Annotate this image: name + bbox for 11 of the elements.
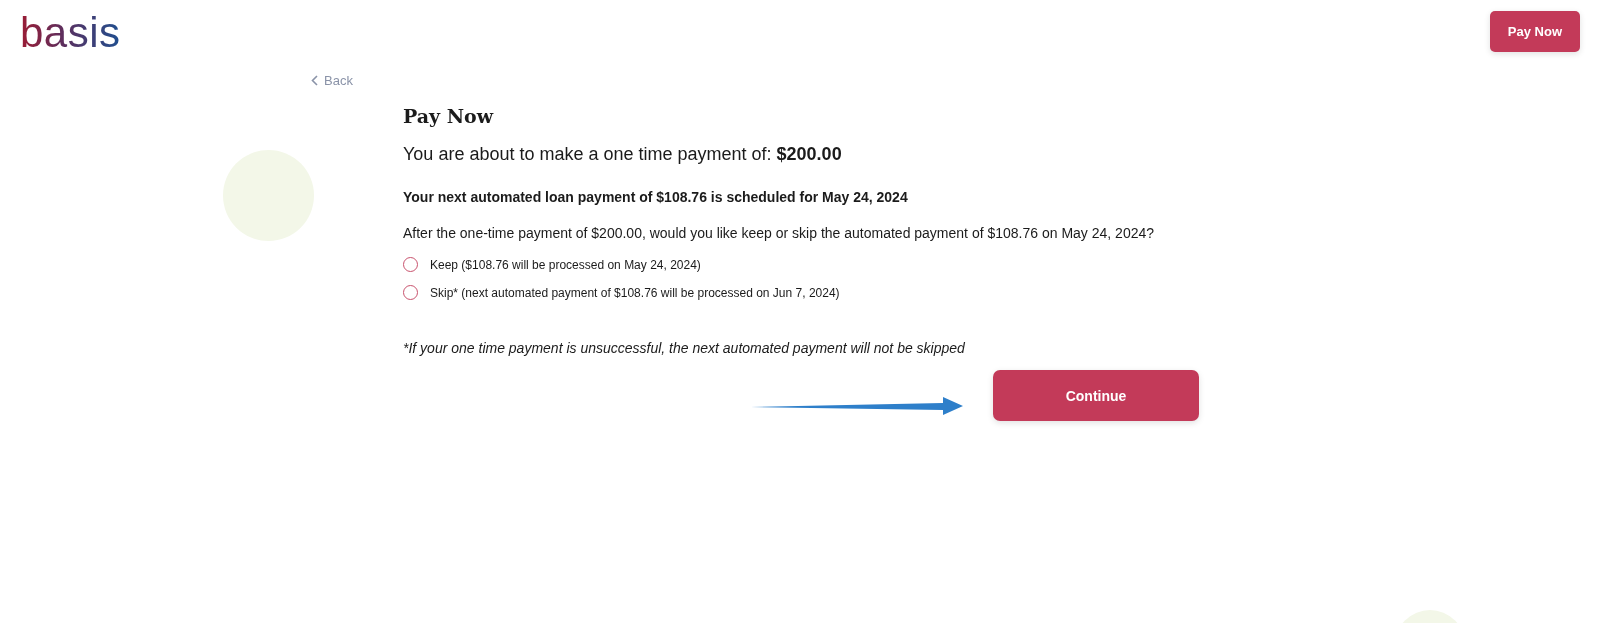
chevron-left-icon (311, 75, 318, 86)
footnote-text: *If your one time payment is unsuccessful, the next automated payment will not be skipped (403, 340, 966, 356)
schedule-notice: Your next automated loan payment of $108.76 is scheduled for May 24, 2024 (403, 189, 909, 205)
option-label: Skip* (next automated payment of $108.76 will be processed on Jun 7, 2024) (430, 285, 840, 300)
option-label: Keep ($108.76 will be processed on May 24, 2024) (430, 257, 701, 272)
pay-now-button[interactable]: Pay Now (1489, 11, 1580, 52)
continue-button[interactable]: Continue (993, 370, 1199, 421)
page-title: Pay Now (403, 105, 495, 127)
question-text: After the one-time payment of $200.00, would you like keep or skip the automated payment of $108.76 on May 24, 2024? (403, 225, 1156, 241)
payment-amount-text: You are about to make a one time payment of: $200.00 (403, 144, 843, 165)
back-link[interactable]: Back (311, 73, 353, 88)
